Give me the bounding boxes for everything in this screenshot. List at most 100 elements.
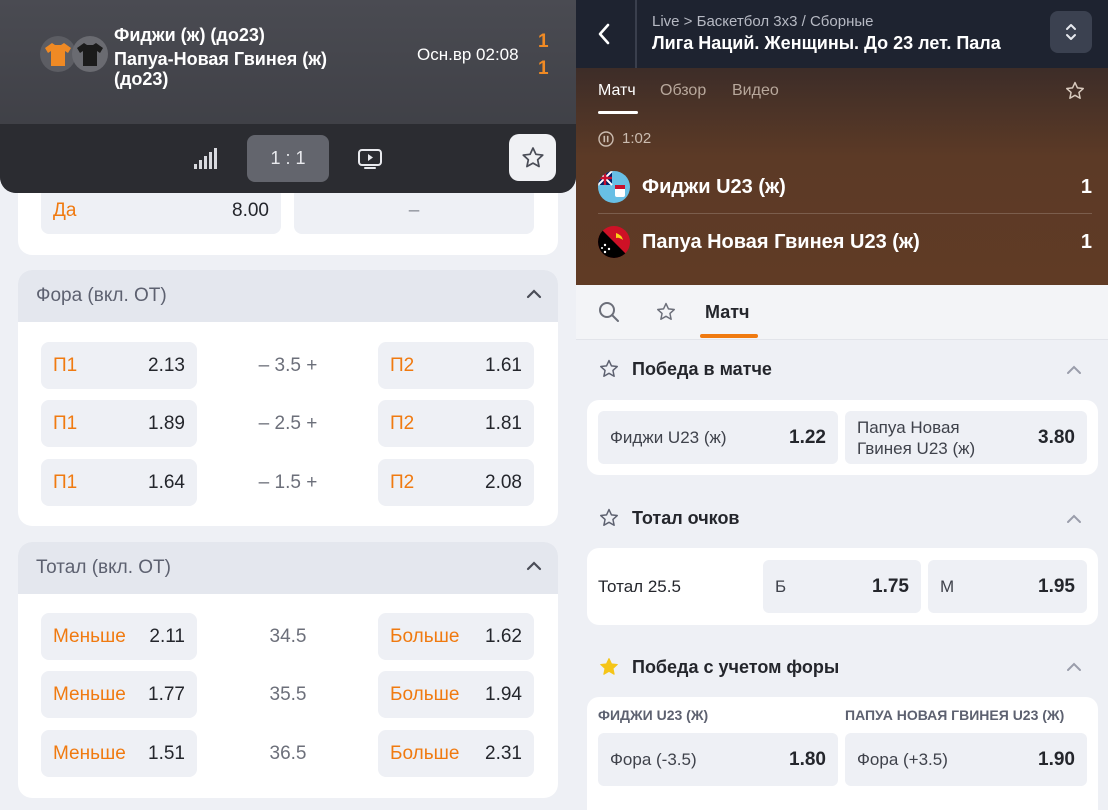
handicap-header[interactable]: Фора (вкл. ОТ) <box>18 270 558 322</box>
total-over-cell[interactable]: Б 1.75 <box>763 560 921 613</box>
signal-bars-icon[interactable] <box>193 148 219 170</box>
tab-overview[interactable]: Обзор <box>660 82 706 100</box>
p2-value: 1.81 <box>485 412 522 434</box>
team2-name: Папуа Новая Гвинея U23 (ж) <box>642 230 920 253</box>
chevron-up-icon[interactable] <box>1066 513 1082 525</box>
p1-label: П1 <box>53 354 78 376</box>
handicap-p1-cell[interactable]: П1 1.89 <box>41 400 197 447</box>
win-team2-label-cont: Гвинея U23 (ж) <box>857 438 976 458</box>
expand-button[interactable] <box>1050 11 1092 53</box>
divider <box>635 0 637 68</box>
handicap-team1-label: Фора (-3.5) <box>610 749 697 769</box>
chevron-up-icon[interactable] <box>1066 364 1082 376</box>
total-over-cell[interactable]: Больше 1.62 <box>378 613 534 660</box>
total-under-cell[interactable]: Меньше 1.77 <box>41 671 197 718</box>
team2-row: Папуа Новая Гвинея U23 (ж) 1 <box>598 222 1092 262</box>
over-value: 1.62 <box>485 625 522 647</box>
chevron-up-icon[interactable] <box>1066 661 1082 673</box>
chevron-left-icon <box>598 23 610 45</box>
win-team1-cell[interactable]: Фиджи U23 (ж) 1.22 <box>598 411 838 464</box>
under-value: 1.51 <box>148 742 185 764</box>
win-section-title: Победа в матче <box>632 358 772 379</box>
handicap-p2-cell[interactable]: П2 1.81 <box>378 400 534 447</box>
star-icon[interactable] <box>598 358 620 380</box>
tab-match[interactable]: Матч <box>598 82 636 100</box>
handicap-p1-cell[interactable]: П1 2.13 <box>41 342 197 389</box>
handicap-title: Фора (вкл. ОТ) <box>36 285 167 306</box>
star-icon[interactable] <box>655 301 677 323</box>
active-tab-indicator <box>700 334 758 338</box>
team1-name: Фиджи U23 (ж) <box>642 175 786 198</box>
handicap-team1-value: 1.80 <box>789 748 826 770</box>
total-section-header[interactable]: Тотал очков <box>598 507 740 529</box>
star-icon <box>521 146 544 167</box>
under-label: Меньше <box>53 625 126 647</box>
total-under-cell[interactable]: М 1.95 <box>928 560 1087 613</box>
star-filled-icon[interactable] <box>598 656 620 678</box>
handicap-col2: ПАПУА НОВАЯ ГВИНЕЯ U23 (Ж) <box>845 707 1065 723</box>
team2-name-cont: (до23) <box>114 69 169 89</box>
unfold-icon <box>1066 24 1076 40</box>
p1-label: П1 <box>53 412 78 434</box>
handicap-p1-cell[interactable]: П1 1.64 <box>41 459 197 506</box>
yes-value: 8.00 <box>232 199 269 221</box>
handicap-section-title: Победа с учетом форы <box>632 656 840 677</box>
divider <box>598 213 1092 214</box>
tv-icon[interactable] <box>357 148 383 170</box>
p2-label: П2 <box>390 354 415 376</box>
league-title: Лига Наций. Женщины. До 23 лет. Пала <box>652 33 1001 53</box>
handicap-col1: ФИДЖИ U23 (Ж) <box>598 707 709 723</box>
team1-score: 1 <box>1080 175 1092 198</box>
total-title: Тотал (вкл. ОТ) <box>36 557 171 578</box>
total-line: 35.5 <box>269 684 307 705</box>
match-hero: Live > Баскетбол 3x3 / Сборные Лига Наци… <box>576 0 1108 285</box>
over-label: Б <box>775 576 787 596</box>
favorite-button[interactable] <box>509 134 556 181</box>
handicap-p2-cell[interactable]: П2 1.61 <box>378 342 534 389</box>
back-button[interactable] <box>576 0 632 68</box>
tab-match-markets[interactable]: Матч <box>705 302 750 323</box>
total-over-cell[interactable]: Больше 1.94 <box>378 671 534 718</box>
team1-jersey-icon <box>40 36 76 72</box>
win-section-header[interactable]: Победа в матче <box>598 358 772 380</box>
tab-video[interactable]: Видео <box>732 82 779 100</box>
pause-icon <box>598 130 614 147</box>
handicap-team1-cell[interactable]: Фора (-3.5) 1.80 <box>598 733 838 786</box>
under-label: Меньше <box>53 742 126 764</box>
chevron-up-icon[interactable] <box>526 560 542 572</box>
yes-label: Да <box>53 199 77 221</box>
score-tab[interactable]: 1 : 1 <box>247 135 329 182</box>
game-clock: 1:02 <box>598 130 651 147</box>
total-header[interactable]: Тотал (вкл. ОТ) <box>18 542 558 594</box>
total-section-title: Тотал очков <box>632 507 740 528</box>
star-icon[interactable] <box>598 507 620 529</box>
chevron-up-icon[interactable] <box>526 288 542 300</box>
search-icon[interactable] <box>597 300 621 324</box>
yes-odds-cell[interactable]: Да 8.00 <box>41 187 281 234</box>
handicap-line: – 1.5 + <box>258 472 318 493</box>
over-value: 1.94 <box>485 683 522 705</box>
over-label: Больше <box>390 625 460 647</box>
handicap-line: – 3.5 + <box>258 355 318 376</box>
top-bar: Live > Баскетбол 3x3 / Сборные Лига Наци… <box>576 0 1108 68</box>
p1-value: 1.89 <box>148 412 185 434</box>
right-panel: Live > Баскетбол 3x3 / Сборные Лига Наци… <box>576 0 1108 810</box>
left-panel: Да 8.00 – Фора (вкл. ОТ) П1 2.13 – 3.5 +… <box>0 0 576 810</box>
win-team2-cell[interactable]: Папуа Новая Гвинея U23 (ж) 3.80 <box>845 411 1087 464</box>
win-team2-label: Папуа Новая <box>857 417 960 437</box>
total-under-cell[interactable]: Меньше 1.51 <box>41 730 197 777</box>
total-line: 34.5 <box>269 626 307 647</box>
p1-value: 2.13 <box>148 354 185 376</box>
win-team1-label: Фиджи U23 (ж) <box>610 427 727 447</box>
handicap-section-header[interactable]: Победа с учетом форы <box>598 656 839 678</box>
active-tab-indicator <box>598 111 638 114</box>
team1-score: 1 <box>538 31 549 52</box>
total-over-cell[interactable]: Больше 2.31 <box>378 730 534 777</box>
total-under-cell[interactable]: Меньше 2.11 <box>41 613 197 660</box>
breadcrumb[interactable]: Live > Баскетбол 3x3 / Сборные <box>652 13 873 30</box>
handicap-p2-cell[interactable]: П2 2.08 <box>378 459 534 506</box>
team2-jersey-icon <box>72 36 108 72</box>
star-icon[interactable] <box>1064 80 1086 102</box>
under-label: М <box>940 576 955 596</box>
handicap-team2-cell[interactable]: Фора (+3.5) 1.90 <box>845 733 1087 786</box>
